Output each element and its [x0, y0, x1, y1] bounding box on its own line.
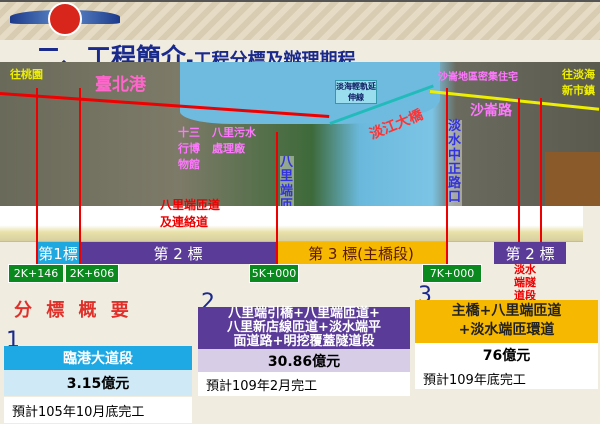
lot-3-name-line: +淡水端匝環道 — [458, 322, 555, 338]
lot-1-name: 臨港大道段 — [4, 346, 192, 370]
lot-3-name-line: 主橋+八里端匝道 — [451, 303, 562, 319]
label-to-taoyuan: 往桃園 — [10, 68, 43, 81]
aerial-map: 往桃園 臺北港 淡海輕軌延伸線 沙崙地區密集住宅 往淡海新市鎮 沙崙路 十三行博… — [0, 62, 600, 206]
lot-2-cost: 30.86億元 — [198, 349, 410, 372]
logo — [10, 2, 120, 36]
label-community: 沙崙地區密集住宅 — [438, 72, 518, 83]
label-shalun-road: 沙崙路 — [470, 103, 512, 119]
station-tag: 2K+146 — [8, 264, 64, 283]
station-line — [540, 98, 542, 242]
label-zhongzheng: 淡水中正路口 — [448, 119, 462, 206]
station-tag: 5K+000 — [249, 264, 299, 283]
map-legend — [545, 152, 600, 206]
label-tunnel: 淡水端隧道段 — [514, 263, 536, 303]
label-bali-ramp: 八里端匝道 — [280, 155, 294, 206]
label-museum: 十三行博物館 — [178, 126, 200, 171]
section-3: 第 3 標(主橋段) — [276, 242, 446, 264]
label-ramp-link: 八里端匝道及連絡道 — [160, 198, 221, 229]
lot-2-name-line: 八里端引橋+八里端匝道+ — [228, 306, 380, 321]
station-tag: 2K+606 — [65, 264, 119, 283]
station-line — [36, 88, 38, 264]
lot-3-schedule: 預計109年底完工 — [415, 367, 598, 389]
lot-3-name: 主橋+八里端匝道 +淡水端匝環道 — [415, 300, 598, 343]
label-lrt: 淡海輕軌延伸線 — [335, 80, 377, 104]
station-tag: 7K+000 — [422, 264, 482, 283]
label-sewage: 八里污水處理廠 — [212, 126, 256, 155]
lot-1-cost: 3.15億元 — [4, 370, 192, 396]
summary-title: 分 標 概 要 — [14, 300, 133, 321]
label-to-danhai: 往淡海新市鎮 — [562, 68, 595, 97]
lot-2-name: 八里端引橋+八里端匝道+ 八里新店線匝道+淡水端平 面道路+明挖覆蓋隧道段 — [198, 307, 410, 349]
lot-3-cost: 76億元 — [415, 343, 598, 367]
section-2-tamsui: 第 2 標 — [494, 242, 566, 264]
label-taipei-port: 臺北港 — [95, 75, 146, 95]
station-line — [518, 98, 520, 242]
section-1: 第1標 — [36, 242, 80, 264]
lot-2-schedule: 預計109年2月完工 — [198, 372, 410, 396]
section-2: 第 2 標 — [80, 242, 276, 264]
longitudinal-profile — [0, 206, 583, 242]
lot-2-name-line: 面道路+明挖覆蓋隧道段 — [233, 334, 375, 349]
station-line — [446, 88, 448, 264]
station-line — [276, 132, 278, 264]
lot-2-name-line: 八里新店線匝道+淡水端平 — [227, 320, 381, 335]
lot-1-schedule: 預計105年10月底完工 — [4, 397, 192, 423]
station-line — [79, 88, 81, 264]
